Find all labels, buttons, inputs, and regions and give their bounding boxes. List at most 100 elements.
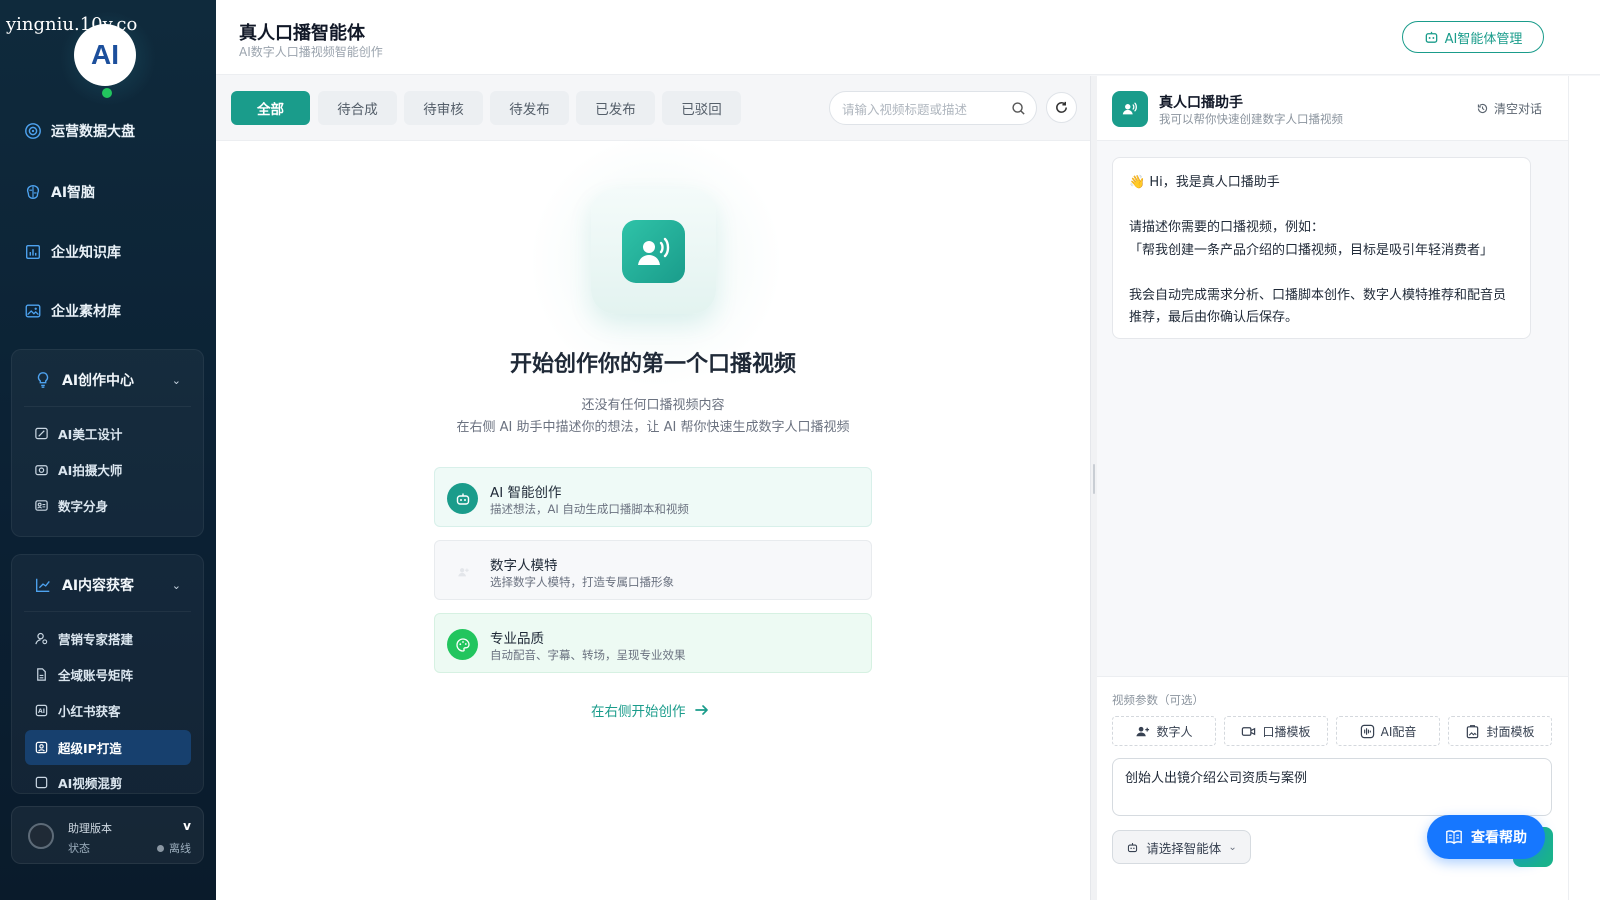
chevron-down-icon[interactable]: ⌄ xyxy=(172,579,181,592)
example-text: 「帮我创建一条产品介绍的口播视频，目标是吸引年轻消费者」 xyxy=(1129,242,1494,258)
panel-resize-handle[interactable] xyxy=(1090,76,1097,900)
document-icon xyxy=(37,668,46,681)
param-digital-human-button[interactable]: 数字人 xyxy=(1112,716,1216,746)
tab-rejected[interactable]: 已驳回 xyxy=(662,91,741,125)
help-button[interactable]: 查看帮助 xyxy=(1427,815,1545,859)
param-label: 封面模板 xyxy=(1486,724,1535,739)
assistant-subtitle: 我可以帮你快速创建数字人口播视频 xyxy=(1159,112,1343,126)
chevron-down-icon[interactable]: ⌄ xyxy=(172,374,181,387)
video-params-area: 视频参数（可选） 数字人 口播模板 AI配音 封面模板 创始人出镜介绍公司资质与… xyxy=(1097,676,1568,900)
nav-item-label: 企业素材库 xyxy=(51,304,121,320)
param-ai-voice-button[interactable]: AI配音 xyxy=(1336,716,1440,746)
feature-title: 数字人模特 xyxy=(490,558,558,574)
right-edge-strip xyxy=(1568,76,1600,900)
clear-chat-button[interactable]: 清空对话 xyxy=(1476,100,1542,117)
assistant-header: 真人口播助手 我可以帮你快速创建数字人口播视频 清空对话 xyxy=(1097,76,1568,141)
refresh-button[interactable] xyxy=(1046,92,1077,123)
group-header-content[interactable]: AI内容获客 xyxy=(34,575,134,595)
agent-select-dropdown[interactable]: 请选择智能体 ⌄ xyxy=(1112,830,1251,864)
loading-ring-icon xyxy=(28,823,54,849)
svg-text:AI: AI xyxy=(38,708,45,715)
sub-item-label: 小红书获客 xyxy=(58,704,121,719)
speaking-person-icon xyxy=(1122,102,1137,115)
greeting-text: 👋 Hi，我是真人口播助手 xyxy=(1129,175,1280,190)
nav-item-label: 运营数据大盘 xyxy=(51,124,135,140)
sub-item-ai-video-mix[interactable]: AI视频混剪 xyxy=(34,773,122,792)
robot-icon xyxy=(447,483,478,514)
sub-item-label: 营销专家搭建 xyxy=(58,632,134,647)
tab-pending-synthesis[interactable]: 待合成 xyxy=(318,91,397,125)
page-title: 真人口播智能体 xyxy=(239,23,365,44)
start-create-link[interactable]: 在右侧开始创作 xyxy=(591,700,710,720)
palette-icon xyxy=(447,629,478,660)
sub-item-marketing-expert[interactable]: 营销专家搭建 xyxy=(34,629,133,648)
book-chart-icon xyxy=(26,245,40,259)
agent-manage-button[interactable]: AI智能体管理 xyxy=(1402,21,1544,53)
sub-item-xiaohongshu[interactable]: AI 小红书获客 xyxy=(34,701,121,720)
book-open-icon xyxy=(1446,830,1462,845)
param-label: 口播模板 xyxy=(1262,724,1311,739)
video-list-panel: 全部 待合成 待审核 待发布 已发布 已驳回 开始创作你的第一个口播视频 还没有… xyxy=(216,76,1090,900)
group-title: AI内容获客 xyxy=(62,578,135,594)
sub-item-label: 超级IP打造 xyxy=(58,741,122,756)
message-input[interactable]: 创始人出镜介绍公司资质与案例 xyxy=(1112,758,1552,816)
trend-chart-icon xyxy=(36,578,50,592)
filter-bar: 全部 待合成 待审核 待发布 已发布 已驳回 xyxy=(216,76,1090,141)
group-divider xyxy=(24,611,191,612)
group-header-create[interactable]: AI创作中心 xyxy=(34,370,134,390)
feature-card-ai-create: AI 智能创作 描述想法，AI 自动生成口播脚本和视频 xyxy=(434,467,872,527)
group-ai-create-center: AI创作中心 ⌄ AI美工设计 AI拍摄大师 数字分身 xyxy=(11,349,204,537)
id-card-icon xyxy=(35,500,48,511)
assistant-message: 👋 Hi，我是真人口播助手 请描述你需要的口播视频，例如： 「帮我创建一条产品介… xyxy=(1112,157,1531,339)
hero-illustration xyxy=(591,189,716,314)
assistant-version-card[interactable]: 助理版本 状态 v 离线 xyxy=(11,806,204,864)
status-label: 状态 xyxy=(68,842,90,855)
audio-wave-icon xyxy=(1360,724,1374,738)
sub-item-label: 数字分身 xyxy=(58,499,109,514)
status-value: 离线 xyxy=(157,840,191,856)
nav-item-asset-library[interactable]: 企业素材库 xyxy=(24,301,121,321)
sub-item-ai-photo[interactable]: AI拍摄大师 xyxy=(34,460,122,479)
param-cover-template-button[interactable]: 封面模板 xyxy=(1448,716,1552,746)
sub-item-label: AI视频混剪 xyxy=(58,776,123,791)
sub-item-account-matrix[interactable]: 全域账号矩阵 xyxy=(34,665,133,684)
clear-chat-label: 清空对话 xyxy=(1493,102,1542,116)
search-icon[interactable] xyxy=(1011,101,1026,116)
help-label: 查看帮助 xyxy=(1471,830,1527,846)
param-template-button[interactable]: 口播模板 xyxy=(1224,716,1328,746)
assistant-panel: 真人口播助手 我可以帮你快速创建数字人口播视频 清空对话 👋 Hi，我是真人口播… xyxy=(1097,76,1568,900)
start-create-label: 在右侧开始创作 xyxy=(591,704,686,720)
video-icon xyxy=(35,776,48,789)
feature-card-pro-quality: 专业品质 自动配音、字幕、转场，呈现专业效果 xyxy=(434,613,872,673)
tab-all[interactable]: 全部 xyxy=(231,91,310,125)
offline-dot-icon xyxy=(157,844,164,852)
nav-item-dashboard[interactable]: 运营数据大盘 xyxy=(24,121,135,141)
nav-item-ai-brain[interactable]: AI智脑 xyxy=(24,182,95,202)
sub-item-ai-design[interactable]: AI美工设计 xyxy=(34,424,122,443)
search-input[interactable] xyxy=(842,99,1002,119)
empty-line-2: 在右侧 AI 助手中描述你的想法，让 AI 帮你快速生成数字人口播视频 xyxy=(456,420,850,435)
edit-image-icon xyxy=(35,427,48,440)
bulb-icon xyxy=(37,372,49,388)
tab-pending-publish[interactable]: 待发布 xyxy=(490,91,569,125)
params-label: 视频参数（可选） xyxy=(1112,693,1204,707)
sub-item-digital-clone[interactable]: 数字分身 xyxy=(34,496,108,515)
sub-item-label: AI拍摄大师 xyxy=(58,463,123,478)
tab-published[interactable]: 已发布 xyxy=(576,91,655,125)
search-box xyxy=(829,91,1037,125)
user-add-icon xyxy=(447,556,478,587)
group-title: AI创作中心 xyxy=(62,373,135,389)
video-camera-icon xyxy=(1242,726,1256,736)
page-header: 真人口播智能体 AI数字人口播视频智能创作 AI智能体管理 xyxy=(216,0,1600,75)
clipboard-image-icon xyxy=(1467,724,1479,738)
page-subtitle: AI数字人口播视频智能创作 xyxy=(239,45,383,59)
camera-icon xyxy=(35,465,48,476)
online-status-dot xyxy=(102,88,112,98)
prompt-text: 请描述你需要的口播视频，例如： xyxy=(1129,220,1325,235)
group-ai-content-acquisition: AI内容获客 ⌄ 营销专家搭建 全域账号矩阵 AI 小红书获客 超级IP打造 A… xyxy=(11,554,204,794)
target-icon xyxy=(25,123,41,139)
nav-item-knowledge-base[interactable]: 企业知识库 xyxy=(24,242,121,262)
empty-title: 开始创作你的第一个口播视频 xyxy=(509,352,796,377)
sub-item-super-ip[interactable]: 超级IP打造 xyxy=(25,730,191,765)
tab-pending-review[interactable]: 待审核 xyxy=(404,91,483,125)
